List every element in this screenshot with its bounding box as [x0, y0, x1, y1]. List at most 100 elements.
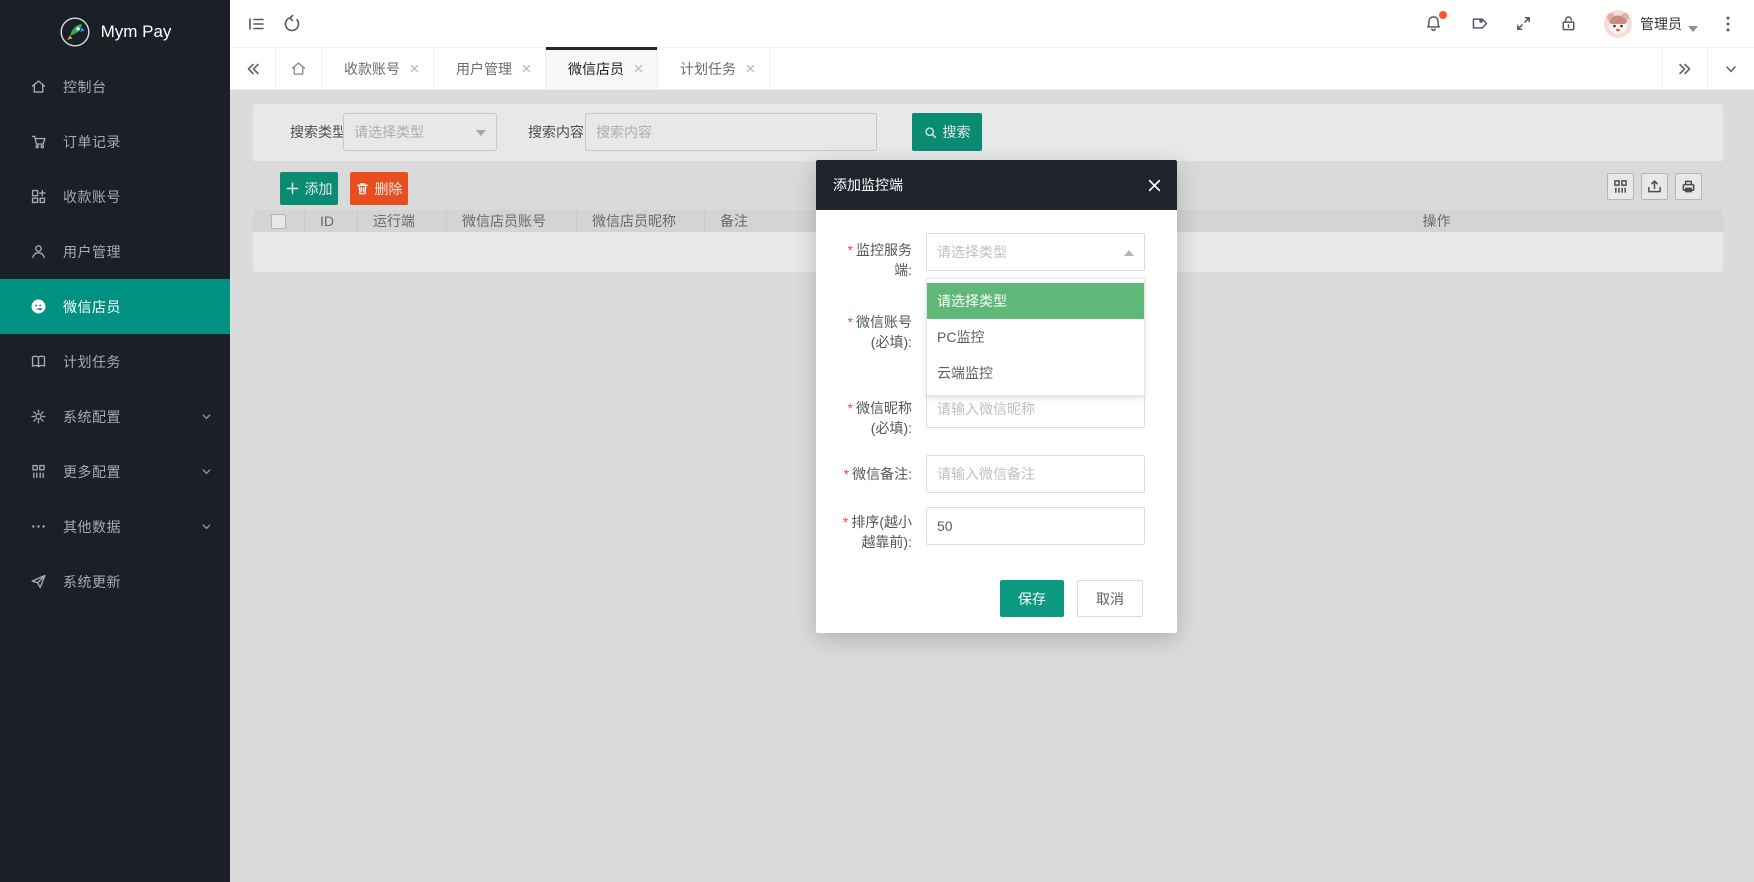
chevron-down-icon: [201, 521, 212, 532]
select-arrow-up-icon: [1124, 250, 1134, 256]
wechat-remark-input[interactable]: [926, 455, 1145, 493]
tab-label: 收款账号: [344, 59, 400, 79]
app-screen: Mym Pay 控制台 订单记录 收款账号 用户管理 微信店员: [0, 0, 1754, 882]
tab-tasks[interactable]: 计划任务: [658, 48, 770, 89]
refresh-icon[interactable]: [282, 14, 302, 34]
sidebar: Mym Pay 控制台 订单记录 收款账号 用户管理 微信店员: [0, 0, 230, 882]
dropdown-option-placeholder[interactable]: 请选择类型: [927, 283, 1144, 319]
sort-input[interactable]: [926, 507, 1145, 545]
wechat-account-label: *微信账号 (必填):: [816, 312, 912, 352]
lock-icon[interactable]: [1559, 14, 1578, 33]
required-asterisk: *: [848, 314, 853, 330]
tab-close-icon[interactable]: [410, 64, 419, 73]
tabs-menu-button[interactable]: [1708, 48, 1754, 89]
sort-label: *排序(越小 越靠前):: [816, 512, 912, 552]
sidebar-item-orders[interactable]: 订单记录: [0, 114, 230, 169]
save-button-label: 保存: [1018, 589, 1046, 609]
ellipsis-icon: [30, 518, 47, 535]
sidebar-item-tasks[interactable]: 计划任务: [0, 334, 230, 389]
tab-accounts[interactable]: 收款账号: [322, 48, 434, 89]
monitor-type-field: 请选择类型: [926, 233, 1145, 271]
sidebar-item-label: 用户管理: [63, 242, 212, 262]
wechat-remark-label: *微信备注:: [816, 464, 912, 484]
dropdown-option-pc[interactable]: PC监控: [927, 319, 1144, 355]
blocks-icon: [30, 188, 47, 205]
tabbar: 收款账号 用户管理 微信店员 计划任务: [230, 48, 1754, 90]
add-monitor-modal: 添加监控端 *监控服务 端: 请选择类型 *微信账号 (必填): 请选择类型 P…: [816, 160, 1177, 633]
book-icon: [30, 353, 47, 370]
cart-icon: [30, 133, 47, 150]
topbar: 管理员: [230, 0, 1754, 48]
sidebar-item-label: 系统更新: [63, 572, 212, 592]
required-asterisk: *: [844, 466, 849, 482]
wechat-icon: [30, 298, 47, 315]
tab-users[interactable]: 用户管理: [434, 48, 546, 89]
cancel-button-label: 取消: [1096, 589, 1124, 609]
sidebar-item-label: 收款账号: [63, 187, 212, 207]
modal-header: 添加监控端: [816, 160, 1177, 210]
brand-name: Mym Pay: [101, 22, 172, 42]
sidebar-item-more-config[interactable]: 更多配置: [0, 444, 230, 499]
sidebar-item-label: 控制台: [63, 77, 212, 97]
tab-close-icon[interactable]: [634, 64, 643, 73]
send-icon: [30, 573, 47, 590]
required-asterisk: *: [843, 514, 848, 530]
tab-label: 计划任务: [680, 59, 736, 79]
monitor-type-label: *监控服务 端:: [816, 240, 912, 280]
required-asterisk: *: [848, 242, 853, 258]
tab-label: 用户管理: [456, 59, 512, 79]
fullscreen-icon[interactable]: [1514, 14, 1533, 33]
sidebar-item-other-data[interactable]: 其他数据: [0, 499, 230, 554]
cancel-button[interactable]: 取消: [1077, 580, 1143, 617]
user-icon: [30, 243, 47, 260]
required-asterisk: *: [848, 400, 853, 416]
user-avatar[interactable]: [1604, 10, 1632, 38]
sidebar-item-accounts[interactable]: 收款账号: [0, 169, 230, 224]
chevron-down-icon: [201, 466, 212, 477]
sidebar-item-system-update[interactable]: 系统更新: [0, 554, 230, 609]
admin-user-label: 管理员: [1640, 14, 1682, 34]
grid-icon: [30, 463, 47, 480]
tab-wechat-clerk[interactable]: 微信店员: [546, 48, 658, 89]
caret-down-icon: [1688, 20, 1698, 27]
sidebar-item-dashboard[interactable]: 控制台: [0, 59, 230, 114]
notification-badge: [1439, 11, 1447, 19]
sidebar-item-wechat-clerk[interactable]: 微信店员: [0, 279, 230, 334]
notification-bell-icon[interactable]: [1424, 14, 1443, 33]
tab-label: 微信店员: [568, 59, 624, 79]
sort-field: [926, 507, 1145, 545]
gear-icon: [30, 408, 47, 425]
sidebar-item-label: 计划任务: [63, 352, 212, 372]
sidebar-item-system-config[interactable]: 系统配置: [0, 389, 230, 444]
sidebar-item-label: 订单记录: [63, 132, 212, 152]
tab-close-icon[interactable]: [522, 64, 531, 73]
more-vertical-icon[interactable]: [1720, 15, 1736, 33]
dropdown-option-cloud[interactable]: 云端监控: [927, 355, 1144, 391]
collapse-menu-icon[interactable]: [246, 14, 266, 34]
sidebar-menu: 控制台 订单记录 收款账号 用户管理 微信店员 计划任务: [0, 59, 230, 609]
monitor-type-select[interactable]: 请选择类型: [926, 233, 1145, 271]
tag-icon[interactable]: [1469, 14, 1488, 33]
monitor-type-placeholder: 请选择类型: [937, 244, 1007, 260]
sidebar-item-label: 更多配置: [63, 462, 201, 482]
admin-user-menu[interactable]: 管理员: [1640, 14, 1698, 34]
tabs-scroll-left-button[interactable]: [230, 48, 276, 89]
wechat-remark-field: [926, 455, 1145, 493]
sidebar-item-label: 系统配置: [63, 407, 201, 427]
save-button[interactable]: 保存: [1000, 580, 1064, 617]
tabs-scroll-right-button[interactable]: [1662, 48, 1708, 89]
monitor-type-dropdown: 请选择类型 PC监控 云端监控: [926, 278, 1145, 396]
sidebar-item-users[interactable]: 用户管理: [0, 224, 230, 279]
close-icon[interactable]: [1148, 179, 1161, 192]
modal-footer: 保存 取消: [816, 580, 1177, 633]
brand-logo: Mym Pay: [0, 0, 230, 64]
tab-close-icon[interactable]: [746, 64, 755, 73]
chevron-down-icon: [201, 411, 212, 422]
modal-title: 添加监控端: [833, 175, 903, 195]
tab-home[interactable]: [276, 48, 322, 89]
sidebar-item-label: 其他数据: [63, 517, 201, 537]
wechat-nickname-label: *微信昵称 (必填):: [816, 398, 912, 438]
rocket-logo-icon: [59, 16, 91, 48]
home-icon: [30, 78, 47, 95]
sidebar-item-label: 微信店员: [63, 297, 212, 317]
